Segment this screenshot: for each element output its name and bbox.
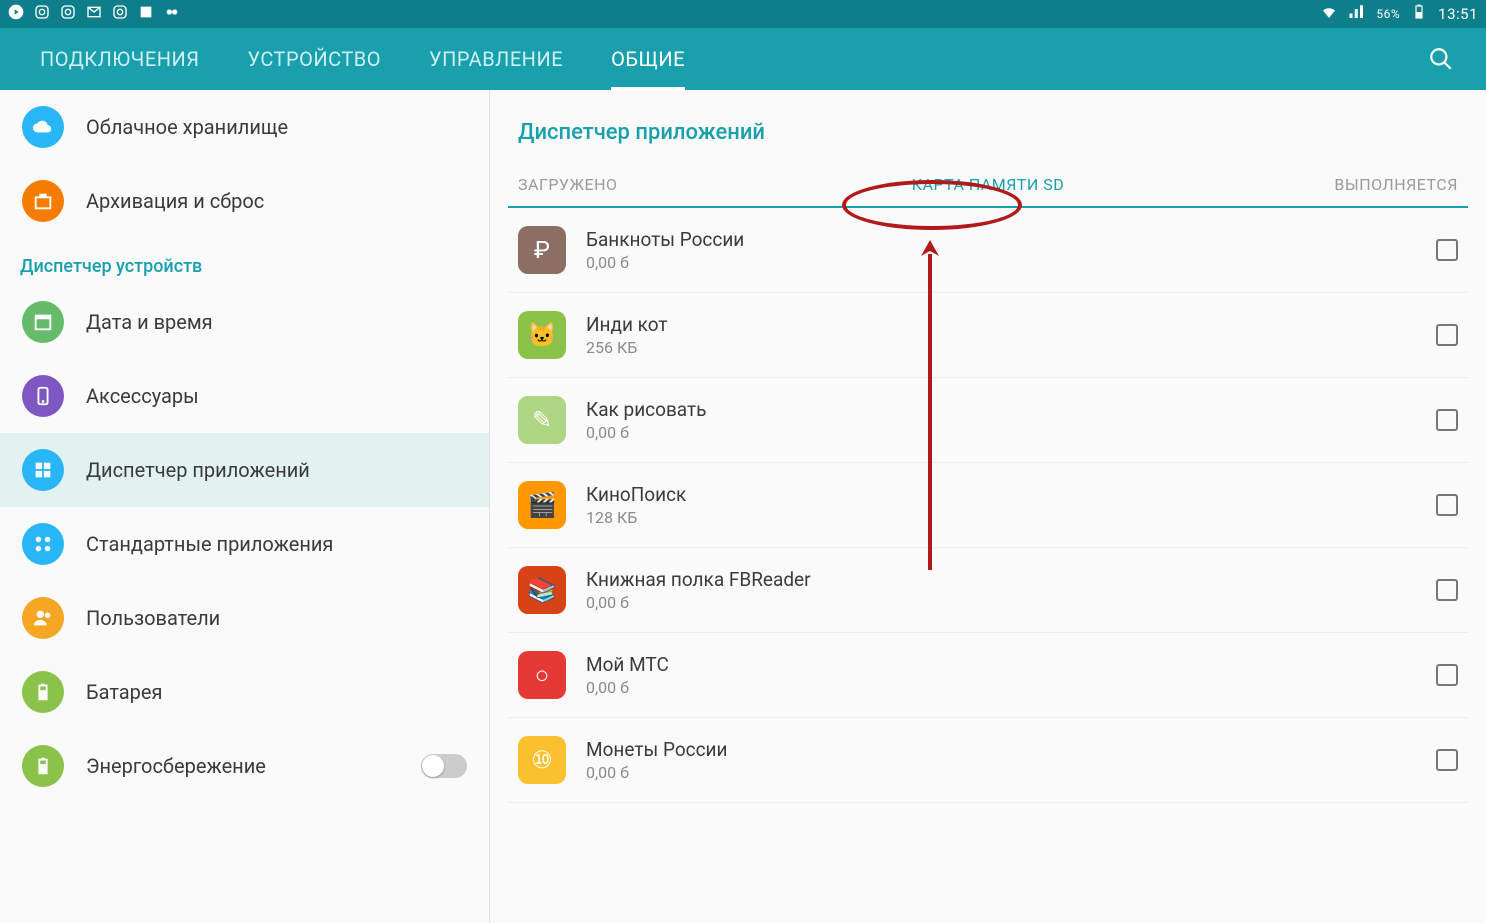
- sidebar-item-label: Стандартные приложения: [86, 532, 467, 556]
- app-info: КиноПоиск 128 КБ: [586, 483, 1416, 527]
- app-row[interactable]: 🎬 КиноПоиск 128 КБ: [508, 463, 1468, 548]
- toggle-switch[interactable]: [421, 754, 467, 778]
- grid-icon: [22, 449, 64, 491]
- cloud-icon: [22, 106, 64, 148]
- app-subtabs: ЗАГРУЖЕНО КАРТА ПАМЯТИ SD ВЫПОЛНЯЕТСЯ: [508, 163, 1468, 208]
- sidebar-item[interactable]: Диспетчер приложений: [0, 433, 489, 507]
- app-name: Мой МТС: [586, 653, 1416, 676]
- app-checkbox[interactable]: [1436, 239, 1458, 261]
- top-tabs: ПОДКЛЮЧЕНИЯ УСТРОЙСТВО УПРАВЛЕНИЕ ОБЩИЕ: [0, 28, 1486, 90]
- sidebar-section-header: Диспетчер устройств: [0, 238, 489, 285]
- sidebar-item[interactable]: Аксессуары: [0, 359, 489, 433]
- app-size: 0,00 б: [586, 763, 1416, 782]
- app-icon: ○: [518, 651, 566, 699]
- phone-icon: [22, 375, 64, 417]
- panel-title: Диспетчер приложений: [508, 90, 1468, 163]
- flipboard-icon: [138, 4, 154, 24]
- app-size: 0,00 б: [586, 423, 1416, 442]
- sidebar-item-label: Облачное хранилище: [86, 115, 467, 139]
- sidebar-item-label: Пользователи: [86, 606, 467, 630]
- instagram-icon: [60, 4, 76, 24]
- app-row[interactable]: ✎ Как рисовать 0,00 б: [508, 378, 1468, 463]
- sidebar-item[interactable]: Батарея: [0, 655, 489, 729]
- app-info: Монеты России 0,00 б: [586, 738, 1416, 782]
- app-info: Как рисовать 0,00 б: [586, 398, 1416, 442]
- app-size: 128 КБ: [586, 508, 1416, 527]
- app-icon: 🐱: [518, 311, 566, 359]
- battery-icon: [1410, 3, 1428, 25]
- sidebar-item-label: Диспетчер приложений: [86, 458, 467, 482]
- app-row[interactable]: 📚 Книжная полка FBReader 0,00 б: [508, 548, 1468, 633]
- sidebar-item[interactable]: Пользователи: [0, 581, 489, 655]
- app-info: Банкноты России 0,00 б: [586, 228, 1416, 272]
- misc-icon: [164, 4, 180, 24]
- app-checkbox[interactable]: [1436, 579, 1458, 601]
- sidebar-item-label: Батарея: [86, 680, 467, 704]
- app-row[interactable]: ₽ Банкноты России 0,00 б: [508, 208, 1468, 293]
- subtab-downloaded[interactable]: ЗАГРУЖЕНО: [508, 163, 831, 206]
- search-button[interactable]: [1412, 28, 1470, 90]
- sidebar-item[interactable]: Архивация и сброс: [0, 164, 489, 238]
- battery-icon: [22, 745, 64, 787]
- sidebar-item-label: Архивация и сброс: [86, 189, 467, 213]
- instagram-icon: [112, 4, 128, 24]
- app-icon: ⑩: [518, 736, 566, 784]
- subtab-running[interactable]: ВЫПОЛНЯЕТСЯ: [1145, 163, 1468, 206]
- app-name: Банкноты России: [586, 228, 1416, 251]
- app-checkbox[interactable]: [1436, 409, 1458, 431]
- app-icon: 🎬: [518, 481, 566, 529]
- calendar-icon: [22, 301, 64, 343]
- app-icon: 📚: [518, 566, 566, 614]
- status-bar: 56% 13:51: [0, 0, 1486, 28]
- grid2-icon: [22, 523, 64, 565]
- app-name: КиноПоиск: [586, 483, 1416, 506]
- mail-icon: [86, 4, 102, 24]
- app-checkbox[interactable]: [1436, 664, 1458, 686]
- subtab-sdcard[interactable]: КАРТА ПАМЯТИ SD: [831, 163, 1144, 206]
- app-list[interactable]: ₽ Банкноты России 0,00 б 🐱 Инди кот 256 КБ ✎ Ка…: [508, 208, 1468, 923]
- main-panel: Диспетчер приложений ЗАГРУЖЕНО КАРТА ПАМ…: [490, 90, 1486, 923]
- sidebar-item-label: Дата и время: [86, 310, 467, 334]
- battery-icon: [22, 671, 64, 713]
- tab-connections[interactable]: ПОДКЛЮЧЕНИЯ: [16, 28, 223, 90]
- wifi-icon: [1320, 3, 1338, 25]
- app-row[interactable]: ⑩ Монеты России 0,00 б: [508, 718, 1468, 803]
- tab-device[interactable]: УСТРОЙСТВО: [223, 28, 405, 90]
- app-info: Инди кот 256 КБ: [586, 313, 1416, 357]
- signal-icon: [1348, 3, 1366, 25]
- app-name: Инди кот: [586, 313, 1416, 336]
- tab-management[interactable]: УПРАВЛЕНИЕ: [405, 28, 587, 90]
- app-name: Как рисовать: [586, 398, 1416, 421]
- app-checkbox[interactable]: [1436, 494, 1458, 516]
- app-row[interactable]: ○ Мой МТС 0,00 б: [508, 633, 1468, 718]
- app-icon: ✎: [518, 396, 566, 444]
- app-name: Книжная полка FBReader: [586, 568, 1416, 591]
- battery-percent: 56%: [1376, 7, 1400, 21]
- app-size: 0,00 б: [586, 678, 1416, 697]
- app-size: 0,00 б: [586, 253, 1416, 272]
- app-size: 256 КБ: [586, 338, 1416, 357]
- sidebar-item-label: Энергосбережение: [86, 754, 399, 778]
- sidebar-item-label: Аксессуары: [86, 384, 467, 408]
- app-checkbox[interactable]: [1436, 749, 1458, 771]
- app-name: Монеты России: [586, 738, 1416, 761]
- sidebar-item[interactable]: Стандартные приложения: [0, 507, 489, 581]
- app-info: Мой МТС 0,00 б: [586, 653, 1416, 697]
- app-checkbox[interactable]: [1436, 324, 1458, 346]
- settings-sidebar[interactable]: Облачное хранилище Архивация и сброс Диспе…: [0, 90, 490, 923]
- play-icon: [8, 4, 24, 24]
- app-info: Книжная полка FBReader 0,00 б: [586, 568, 1416, 612]
- search-icon: [1428, 46, 1454, 72]
- app-icon: ₽: [518, 226, 566, 274]
- backup-icon: [22, 180, 64, 222]
- instagram-icon: [34, 4, 50, 24]
- tab-general[interactable]: ОБЩИЕ: [587, 28, 709, 90]
- clock: 13:51: [1438, 5, 1478, 23]
- users-icon: [22, 597, 64, 639]
- sidebar-item[interactable]: Дата и время: [0, 285, 489, 359]
- app-size: 0,00 б: [586, 593, 1416, 612]
- sidebar-item[interactable]: Энергосбережение: [0, 729, 489, 803]
- app-row[interactable]: 🐱 Инди кот 256 КБ: [508, 293, 1468, 378]
- sidebar-item[interactable]: Облачное хранилище: [0, 90, 489, 164]
